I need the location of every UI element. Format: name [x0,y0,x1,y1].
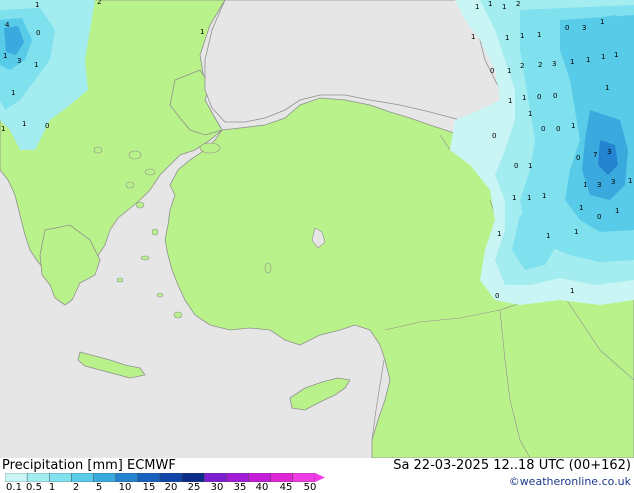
scale-label: 30 [210,482,224,493]
precip-value-label: 1 [11,89,15,97]
precip-value-label: 0 [492,132,496,140]
precip-value-label: 1 [512,194,516,202]
precip-value-label: 0 [556,125,560,133]
precip-value-label: 1 [601,53,605,61]
scale-segment [159,473,183,482]
forecast-datetime: Sa 22-03-2025 12..18 UTC (00+162) [393,458,631,473]
precip-value-label: 1 [502,3,506,11]
precip-value-label: 2 [538,61,542,69]
precip-value-label: 1 [614,51,618,59]
precip-value-label: 0 [537,93,541,101]
precip-value-label: 1 [570,287,574,295]
precip-value-label: 0 [541,125,545,133]
precip-value-label: 2 [97,0,101,6]
precip-value-label: 1 [546,232,550,240]
scale-segment [270,473,294,482]
precip-value-label: 1 [508,97,512,105]
scale-segment [204,473,227,482]
scale-segment [93,473,116,482]
scale-segment [115,473,139,482]
precip-value-label: 1 [579,204,583,212]
precip-value-label: 2 [520,62,524,70]
footer: Precipitation [mm] ECMWF Sa 22-03-2025 1… [0,458,634,493]
precip-value-label: 1 [200,28,204,36]
scale-label: 35 [233,482,247,493]
precip-value-label: 3 [597,181,601,189]
precip-value-label: 3 [17,57,21,65]
scale-label: 20 [164,482,178,493]
precip-value-label: 3 [607,148,611,156]
scale-segment [292,473,316,482]
precip-value-label: 0 [565,24,569,32]
precip-value-label: 1 [586,56,590,64]
precip-value-label: 1 [34,61,38,69]
precip-value-label: 7 [593,151,597,159]
scale-segment [26,473,50,482]
scale-segment [71,473,94,482]
precip-value-label: 1 [35,1,39,9]
precip-value-label: 0 [495,292,499,300]
precip-value-label: 1 [505,34,509,42]
precip-value-label: 3 [611,178,615,186]
precip-value-label: 1 [488,0,492,8]
precip-value-label: 0 [597,213,601,221]
scale-label: 45 [279,482,293,493]
scale-segment [5,473,28,482]
precip-value-label: 1 [22,120,26,128]
scale-segment [226,473,249,482]
precip-value-label: 1 [600,18,604,26]
scale-label: 25 [187,482,201,493]
scale-label: 1 [48,482,56,493]
precip-value-label: 4 [5,21,10,29]
precip-value-label: 1 [615,207,619,215]
precip-value-label: 1 [537,31,541,39]
precip-value-label: 1 [3,52,7,60]
precip-value-label: 1 [628,177,632,185]
precip-value-label: 1 [507,67,511,75]
scale-label: 0.1 [6,482,22,493]
scale-arrow [315,473,325,482]
scale-label: 10 [118,482,132,493]
precip-value-label: 1 [522,94,526,102]
precip-value-label: 0 [490,67,494,75]
precip-value-label: 0 [45,122,49,130]
precip-value-label: 1 [605,84,609,92]
scale-label: 0.5 [26,482,42,493]
map-title: Precipitation [mm] ECMWF [2,458,176,473]
scale-label: 15 [142,482,156,493]
scale-label: 40 [255,482,269,493]
precip-value-label: 0 [576,154,580,162]
credit-link[interactable]: ©weatheronline.co.uk [509,475,631,489]
precip-value-label: 1 [475,3,479,11]
precip-value-label: 1 [528,162,532,170]
scale-segment [49,473,72,482]
scale-segment [137,473,161,482]
precip-value-label: 2 [516,0,520,8]
precip-value-label: 1 [574,228,578,236]
precip-value-label: 1 [471,33,475,41]
scale-label: 50 [303,482,317,493]
color-scale-bar [5,473,325,482]
precip-value-label: 3 [582,24,586,32]
precip-value-label: 0 [36,29,40,37]
precip-value-label: 1 [497,230,501,238]
precip-value-label: 1 [571,122,575,130]
scale-label: 5 [95,482,103,493]
precipitation-map: 1 2 4 0 3 1 1 1 0 1 1 1 1 1 1 2 1 0 1 1 1 0 3 1 1 2 2 3 1 1 1 1 1 1 0 0 0 0 1 1… [0,0,634,458]
precip-value-label: 1 [528,110,532,118]
scale-segment [181,473,205,482]
precip-value-label: 0 [553,92,557,100]
scale-label: 2 [72,482,80,493]
precip-value-label: 1 [527,194,531,202]
precip-value-label: 1 [1,125,5,133]
precip-value-label: 0 [514,162,518,170]
scale-segment [248,473,271,482]
precip-value-label: 1 [542,192,546,200]
precip-value-label: 3 [552,60,556,68]
precip-value-label: 1 [520,32,524,40]
precip-value-label: 1 [583,181,587,189]
precip-value-label: 1 [570,58,574,66]
